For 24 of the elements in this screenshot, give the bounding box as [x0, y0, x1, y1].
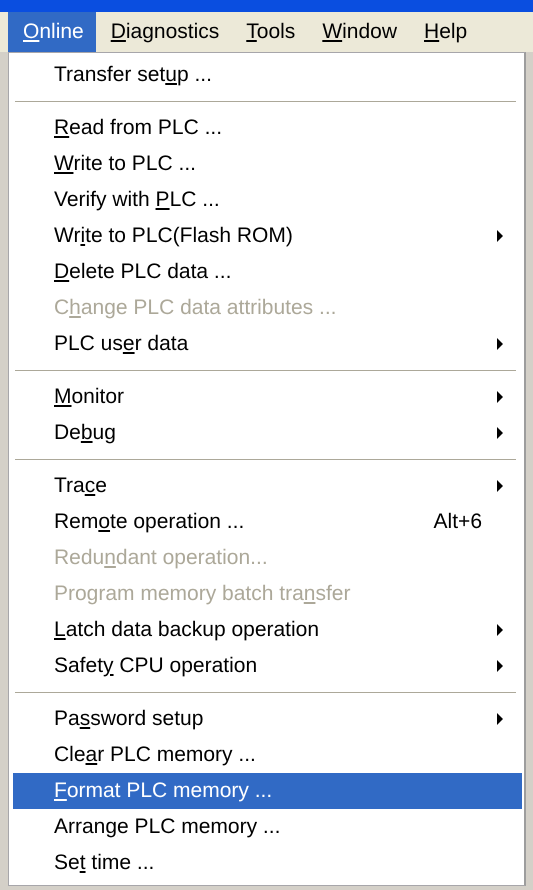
- menu-bar-item[interactable]: Online: [8, 12, 96, 52]
- menu-item[interactable]: Read from PLC ...: [13, 110, 522, 146]
- menu-bar-item[interactable]: Tools: [231, 12, 308, 52]
- menu-item[interactable]: PLC user data: [13, 326, 522, 362]
- menu-item[interactable]: Verify with PLC ...: [13, 182, 522, 218]
- menu-item[interactable]: Latch data backup operation: [13, 612, 522, 648]
- menu-item[interactable]: Set time ...: [13, 845, 522, 881]
- menu-item[interactable]: Trace: [13, 468, 522, 504]
- menu-item[interactable]: Format PLC memory ...: [13, 773, 522, 809]
- menu-item[interactable]: Monitor: [13, 379, 522, 415]
- menu-item[interactable]: Arrange PLC memory ...: [13, 809, 522, 845]
- menu-bar-item[interactable]: Window: [307, 12, 410, 52]
- menu-item[interactable]: Password setup: [13, 701, 522, 737]
- menu-item[interactable]: Debug: [13, 415, 522, 451]
- menu-item[interactable]: Transfer setup ...: [13, 57, 522, 93]
- menu-bar-item[interactable]: Help: [409, 12, 480, 52]
- menu-item[interactable]: Write to PLC(Flash ROM): [13, 218, 522, 254]
- menu-bar-item[interactable]: Diagnostics: [96, 12, 232, 52]
- menu-item[interactable]: Write to PLC ...: [13, 146, 522, 182]
- menu-item[interactable]: Clear PLC memory ...: [13, 737, 522, 773]
- menu-item[interactable]: Delete PLC data ...: [13, 254, 522, 290]
- menu-item[interactable]: Remote operation ... Alt+6: [13, 504, 522, 540]
- shortcut-text: Alt+6: [434, 510, 482, 534]
- menu-item[interactable]: Safety CPU operation: [13, 648, 522, 684]
